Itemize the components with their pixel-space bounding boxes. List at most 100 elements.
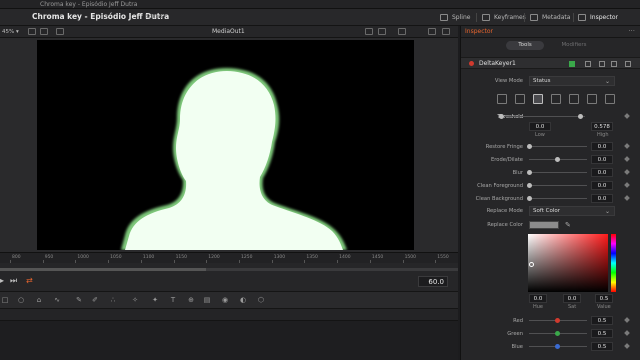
blur-tool-icon[interactable]: ◉ bbox=[220, 296, 230, 305]
fringe-mode-icon[interactable] bbox=[551, 94, 561, 104]
text-tool-icon[interactable]: T bbox=[168, 296, 178, 305]
threshold-slider[interactable] bbox=[499, 114, 585, 119]
merge-tool-icon[interactable]: ▤ bbox=[202, 296, 212, 305]
bspline-tool-icon[interactable]: ∿ bbox=[52, 296, 62, 305]
keyframe-icon[interactable] bbox=[624, 330, 630, 336]
channels-icon[interactable] bbox=[365, 28, 373, 35]
view-mode-dropdown[interactable]: Status ⌄ bbox=[529, 76, 615, 86]
tool-lock-icon[interactable] bbox=[599, 61, 605, 67]
tool-collapse-icon[interactable] bbox=[625, 61, 631, 67]
param-value-field[interactable]: 0.0 bbox=[591, 181, 613, 190]
next-frame-icon[interactable]: ⏭ bbox=[10, 275, 17, 286]
tool-enable-icon[interactable] bbox=[469, 61, 474, 66]
rgb-value-field[interactable]: 0.5 bbox=[591, 329, 613, 338]
viewer-options-icon[interactable] bbox=[40, 28, 48, 35]
emitter-tool-icon[interactable]: ✦ bbox=[150, 296, 160, 305]
tab-spline[interactable]: Spline bbox=[440, 12, 470, 23]
threshold-keyframe-icon[interactable] bbox=[624, 113, 630, 119]
tab-metadata[interactable]: Metadata bbox=[530, 12, 570, 23]
param-slider-handle[interactable] bbox=[527, 183, 532, 188]
viewer-split-icon[interactable] bbox=[428, 28, 436, 35]
replace-mode-dropdown[interactable]: Soft Color ⌄ bbox=[529, 206, 615, 216]
hue-field[interactable]: 0.0 bbox=[529, 294, 547, 303]
param-slider-handle[interactable] bbox=[527, 170, 532, 175]
tuning-mode-icon[interactable] bbox=[569, 94, 579, 104]
color-tool-icon[interactable]: ◐ bbox=[238, 296, 248, 305]
rgb-value-field[interactable]: 0.5 bbox=[591, 316, 613, 325]
tab-modifiers[interactable]: Modifiers bbox=[555, 41, 593, 50]
rgb-slider[interactable] bbox=[529, 331, 587, 336]
threshold-low-handle[interactable] bbox=[499, 114, 504, 119]
hue-slider[interactable] bbox=[611, 234, 616, 292]
rgb-value-field[interactable]: 0.5 bbox=[591, 342, 613, 351]
keyframe-icon[interactable] bbox=[624, 343, 630, 349]
param-slider-handle[interactable] bbox=[527, 196, 532, 201]
tool-color-icon[interactable] bbox=[569, 61, 575, 67]
eyedropper-icon[interactable]: ✎ bbox=[565, 220, 571, 230]
param-value-field[interactable]: 0.0 bbox=[591, 194, 613, 203]
rgb-slider-handle[interactable] bbox=[555, 331, 560, 336]
particles-tool-icon[interactable]: ∴ bbox=[108, 296, 118, 305]
keyframe-icon[interactable] bbox=[624, 182, 630, 188]
polygon-tool-icon[interactable]: ⌂ bbox=[34, 296, 44, 305]
transform-tool-icon[interactable]: ⊕ bbox=[186, 296, 196, 305]
time-ruler[interactable]: 800 950 1000 1050 1100 1150 1200 1250 1300 1350 14… bbox=[0, 252, 458, 264]
sat-label: Sat bbox=[568, 304, 577, 310]
param-value-field[interactable]: 0.0 bbox=[591, 142, 613, 151]
rgb-slider[interactable] bbox=[529, 344, 587, 349]
keyframe-icon[interactable] bbox=[624, 195, 630, 201]
tab-keyframes[interactable]: Keyframes bbox=[482, 12, 526, 23]
ellipse-tool-icon[interactable]: ○ bbox=[16, 296, 26, 305]
effect-tool-icon[interactable]: ✧ bbox=[130, 296, 140, 305]
viewer-menu-icon[interactable] bbox=[442, 28, 450, 35]
lut-icon[interactable] bbox=[378, 28, 386, 35]
keyframe-icon[interactable] bbox=[624, 143, 630, 149]
viewer-canvas[interactable] bbox=[37, 40, 414, 250]
param-slider-handle[interactable] bbox=[527, 144, 532, 149]
param-slider-handle[interactable] bbox=[555, 157, 560, 162]
loop-icon[interactable]: ⇄ bbox=[26, 275, 33, 286]
inspector-menu-icon[interactable]: ··· bbox=[628, 26, 635, 37]
timeline-scrubber[interactable] bbox=[0, 268, 458, 271]
param-slider[interactable] bbox=[527, 183, 587, 188]
viewer-fit-icon[interactable] bbox=[398, 28, 406, 35]
param-slider[interactable] bbox=[527, 196, 587, 201]
zoom-dropdown[interactable]: 45% ▾ bbox=[2, 27, 19, 37]
keyframe-icon[interactable] bbox=[624, 156, 630, 162]
viewer-layout-icon[interactable] bbox=[28, 28, 36, 35]
value-field[interactable]: 0.5 bbox=[595, 294, 613, 303]
param-value-field[interactable]: 0.0 bbox=[591, 155, 613, 164]
3d-tool-icon[interactable]: ⬡ bbox=[256, 296, 266, 305]
pre-matte-icon[interactable] bbox=[515, 94, 525, 104]
color-picker-field[interactable] bbox=[528, 234, 608, 292]
sat-field[interactable]: 0.0 bbox=[563, 294, 581, 303]
node-editor[interactable] bbox=[0, 309, 458, 360]
play-icon[interactable]: ▸ bbox=[0, 275, 4, 286]
threshold-high-handle[interactable] bbox=[578, 114, 583, 119]
brush-tool-icon[interactable]: ✐ bbox=[90, 296, 100, 305]
tool-header[interactable]: DeltaKeyer1 bbox=[461, 57, 640, 69]
tab-inspector[interactable]: Inspector bbox=[578, 12, 618, 23]
rectangle-tool-icon[interactable]: □ bbox=[0, 296, 10, 305]
roi-icon[interactable] bbox=[56, 28, 64, 35]
rgb-slider-handle[interactable] bbox=[555, 344, 560, 349]
rgb-slider-handle[interactable] bbox=[555, 318, 560, 323]
replace-color-swatch[interactable] bbox=[529, 221, 559, 229]
param-slider[interactable] bbox=[529, 157, 587, 162]
current-frame-field[interactable]: 60.0 bbox=[418, 276, 448, 287]
key-mode-icon[interactable] bbox=[497, 94, 507, 104]
rgb-slider[interactable] bbox=[529, 318, 587, 323]
keyframe-icon[interactable] bbox=[624, 169, 630, 175]
param-value-field[interactable]: 0.0 bbox=[591, 168, 613, 177]
tool-reset-icon[interactable] bbox=[611, 61, 617, 67]
matte-mode-icon[interactable] bbox=[533, 94, 543, 104]
param-slider[interactable] bbox=[527, 170, 587, 175]
paint-tool-icon[interactable]: ✎ bbox=[74, 296, 84, 305]
settings-mode-icon[interactable] bbox=[605, 94, 615, 104]
tool-pin-icon[interactable] bbox=[585, 61, 591, 67]
tab-tools[interactable]: Tools bbox=[506, 41, 544, 50]
keyframe-icon[interactable] bbox=[624, 317, 630, 323]
mask-mode-icon[interactable] bbox=[587, 94, 597, 104]
param-slider[interactable] bbox=[527, 144, 587, 149]
color-picker-cursor[interactable] bbox=[529, 262, 534, 267]
